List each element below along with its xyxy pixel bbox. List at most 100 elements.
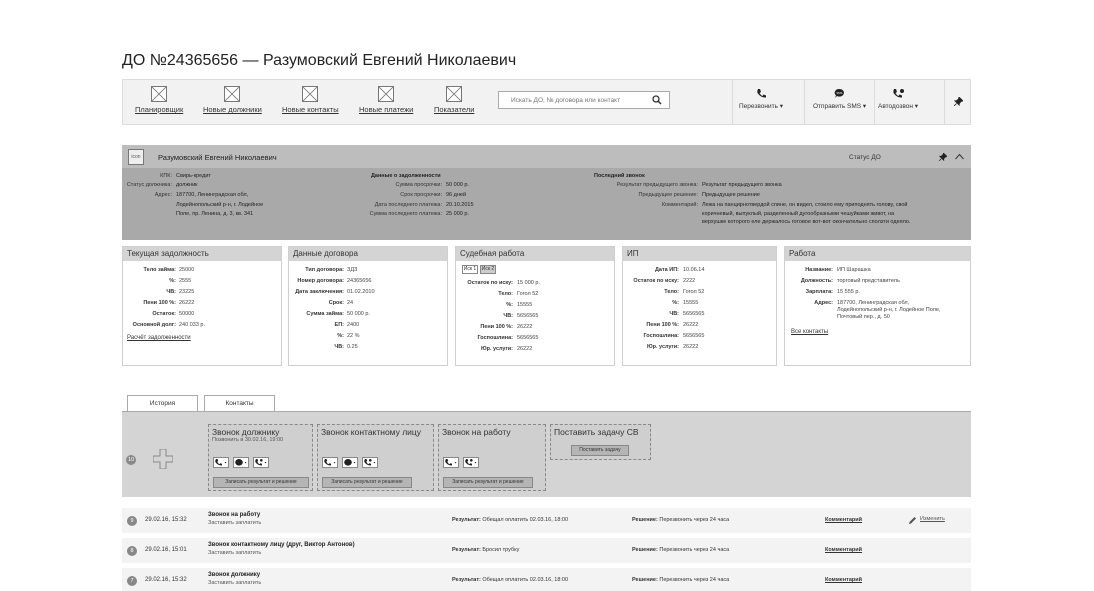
pin-icon[interactable]: [954, 97, 963, 106]
action-title: Звонок контактному лицу: [321, 427, 422, 437]
tab-contacts[interactable]: Контакты: [204, 395, 275, 412]
nav-indicators[interactable]: Показатели: [434, 86, 474, 114]
add-icon[interactable]: [153, 449, 173, 469]
last-pay-date-key: Дата последнего платежа:: [374, 202, 442, 208]
record-result-button[interactable]: Записать результат и решение: [443, 477, 533, 488]
history-date: 29.02.16, 15:32: [145, 517, 187, 523]
last-pay-date-value: 20.10.2015: [446, 202, 474, 208]
sms-icon[interactable]: [342, 457, 358, 468]
assign-task-button[interactable]: Поставить задачу: [571, 445, 629, 456]
debt-section-heading: Данные о задолженности: [371, 173, 441, 179]
overdue-sum-value: 50 000 р.: [446, 182, 469, 188]
history-decision: Решение: Перезвонить через 24 часа: [632, 517, 730, 523]
action-subtitle: Позвонить в 30.02.16, 19:00: [212, 437, 284, 443]
phone-icon[interactable]: [443, 457, 459, 468]
profile-header: icon Разумовский Евгений Николаевич Стат…: [122, 145, 971, 168]
autodial-icon[interactable]: [362, 457, 378, 468]
placeholder-image-icon: [446, 86, 463, 102]
send-sms-button[interactable]: SMS Отправить SMS ▾: [813, 88, 866, 110]
autodial-button[interactable]: Автодозвон ▾: [878, 88, 918, 110]
history-subtitle: Заставить заплатить: [208, 520, 262, 526]
history-date: 29.02.16, 15:32: [145, 577, 187, 583]
nav-label: Показатели: [434, 105, 475, 114]
history-count-badge: 10: [126, 455, 136, 465]
history-number-badge: 7: [127, 576, 137, 586]
work-address-line: Лодейнопольский р-н, г. Лодейное Поле,: [837, 307, 941, 313]
history-result: Результат: Обещал оплатить 02.03.16, 18:…: [452, 577, 569, 583]
prev-decision-value: Предыдущее решение: [702, 192, 760, 198]
comment-link[interactable]: Комментарий: [825, 547, 862, 553]
nav-new-payments[interactable]: Новые платежи: [359, 86, 413, 114]
phone-icon: [756, 89, 766, 98]
autodial-icon[interactable]: [253, 457, 269, 468]
call-debtor-action: Звонок должнику Позвонить в 30.02.16, 19…: [208, 424, 313, 491]
placeholder-image-icon: [224, 86, 241, 102]
comment-link[interactable]: Комментарий: [825, 517, 862, 523]
profile-details: КПК: Свирь-кредит Статус должника: должн…: [122, 168, 971, 240]
action-title: Звонок на работу: [442, 427, 511, 437]
call-work-action: Звонок на работу Записать результат и ре…: [438, 424, 546, 491]
card-court: Судебная работа Иск 1 Иск 2 Остаток по и…: [455, 246, 615, 366]
record-result-button[interactable]: Записать результат и решение: [213, 477, 309, 488]
history-result: Результат: Обещал оплатить 02.03.16, 18:…: [452, 517, 569, 523]
last-pay-sum-value: 25 000 р.: [446, 211, 469, 217]
send-sms-label: Отправить SMS ▾: [813, 103, 867, 110]
edit-link[interactable]: Изменить: [920, 516, 945, 522]
prev-result-value: Результат предыдущего звонка: [702, 182, 782, 188]
comment-link[interactable]: Комментарий: [825, 577, 862, 583]
pencil-icon[interactable]: [908, 516, 917, 525]
autodial-icon: [892, 89, 904, 98]
all-contacts-link[interactable]: Все контакты: [791, 329, 828, 335]
history-row: 9 29.02.16, 15:32 Звонок на работу Заста…: [122, 508, 971, 533]
phone-icon[interactable]: [322, 457, 338, 468]
nav-new-debtors[interactable]: Новые должники: [203, 86, 262, 114]
history-date: 29.02.16, 15:01: [145, 547, 187, 553]
history-title: Звонок на работу: [208, 512, 261, 518]
history-row: 7 29.02.16, 15:32 Звонок должнику Застав…: [122, 568, 971, 591]
action-title: Поставить задачу СВ: [554, 427, 639, 437]
call-back-button[interactable]: Перезвонить ▾: [739, 88, 783, 110]
work-address-line: Почтовый пер., д. 50: [837, 314, 890, 320]
history-number-badge: 8: [127, 546, 137, 556]
card-title: ИП: [623, 247, 776, 261]
overdue-sum-key: Сумма просрочки:: [395, 182, 442, 188]
history-decision: Решение: Перезвонить через 24 часа: [632, 547, 730, 553]
avatar: icon: [128, 149, 144, 165]
history-row: 8 29.02.16, 15:01 Звонок контактному лиц…: [122, 538, 971, 563]
nav-planner[interactable]: Планировщик: [135, 86, 183, 114]
autodial-icon[interactable]: [463, 457, 479, 468]
nav-new-contacts[interactable]: Новые контакты: [282, 86, 339, 114]
history-subtitle: Заставить заплатить: [208, 550, 262, 556]
search-box: [498, 91, 670, 109]
kpk-key: КПК:: [160, 173, 172, 179]
collapse-icon[interactable]: [955, 153, 964, 160]
autodial-label: Автодозвон ▾: [878, 103, 918, 110]
phone-icon[interactable]: [213, 457, 229, 468]
address-value: Лодейнопольский р-н, г. Лодейное: [176, 202, 264, 208]
nav-label: Новые платежи: [359, 105, 414, 114]
history-title: Звонок должнику: [208, 572, 261, 578]
address-value: Поле, пр. Ленина, д. 3, кв. 341: [176, 211, 254, 217]
pin-icon[interactable]: [939, 153, 947, 161]
record-result-button[interactable]: Записать результат и решение: [322, 477, 412, 488]
comment-value: коричневый, выпуклый, разделенный дугооб…: [702, 211, 895, 217]
call-back-label: Перезвонить ▾: [739, 103, 784, 110]
search-icon[interactable]: [652, 95, 662, 107]
last-call-heading: Последний звонок: [594, 173, 645, 179]
comment-value: верхушке которого еле держалось готовое …: [702, 219, 911, 225]
address-value: 187700, Ленинградская обл,: [176, 192, 249, 198]
sms-icon: SMS: [834, 88, 845, 98]
history-result: Результат: Бросил трубку: [452, 547, 520, 553]
tab-history[interactable]: История: [127, 395, 198, 412]
last-pay-sum-key: Сумма последнего платежа:: [369, 211, 442, 217]
claim-tab-1[interactable]: Иск 1: [462, 265, 478, 274]
sms-icon[interactable]: [233, 457, 249, 468]
debtor-status-key: Статус должника:: [126, 182, 172, 188]
claim-tab-2[interactable]: Иск 2: [480, 265, 496, 274]
search-input[interactable]: [499, 92, 647, 108]
placeholder-image-icon: [151, 86, 168, 102]
debtor-status: Статус ДО: [849, 154, 881, 161]
comment-key: Комментарий:: [661, 202, 698, 208]
card-current-debt: Текущая задолжность Тело займа: 25000 %: 2…: [122, 246, 282, 366]
debt-calculation-link[interactable]: Расчёт задолженности: [127, 335, 191, 341]
